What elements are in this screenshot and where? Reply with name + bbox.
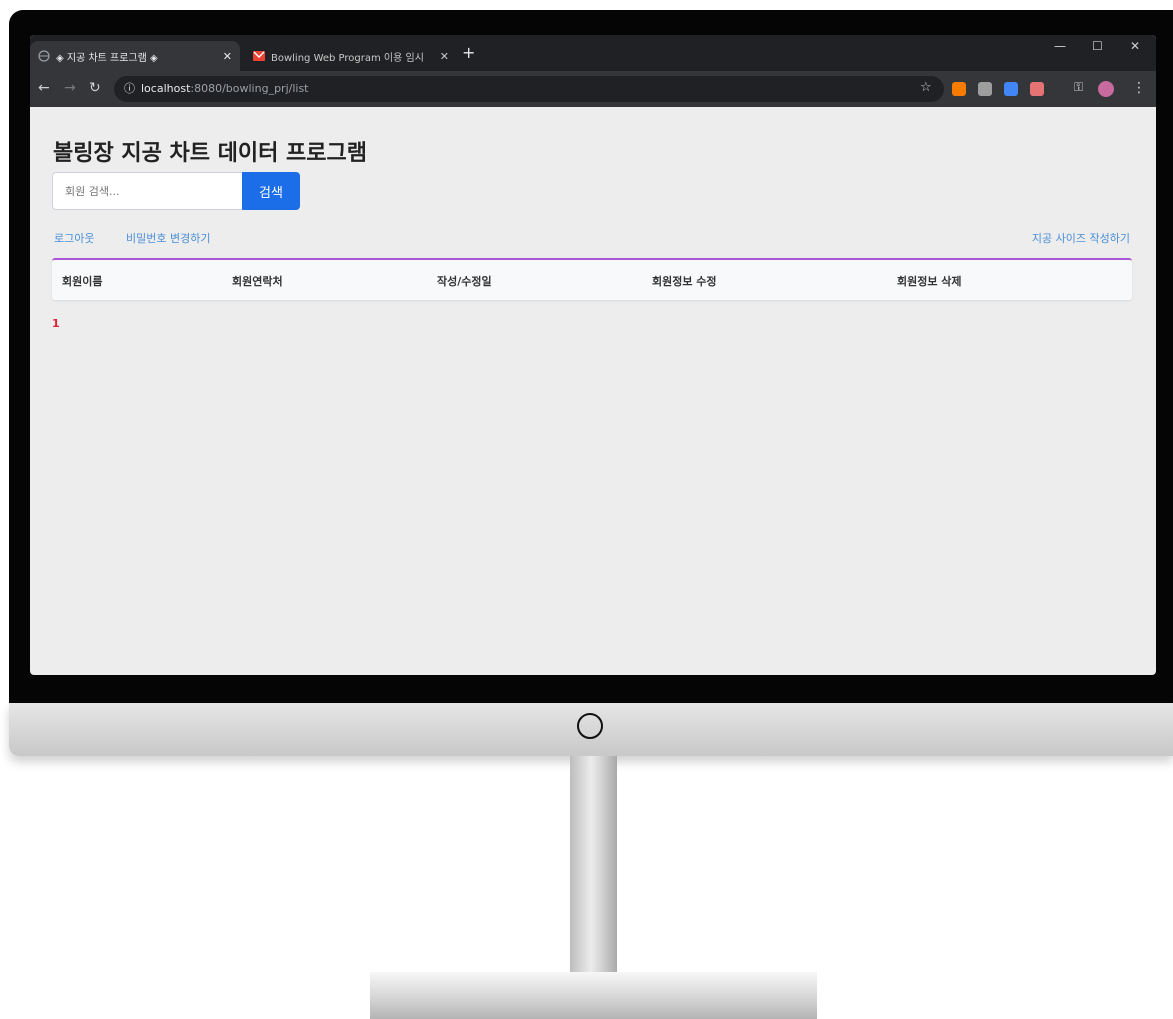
column-header-contact: 회원연락처 bbox=[232, 275, 283, 288]
column-header-date: 작성/수정일 bbox=[437, 275, 492, 288]
page-title: 볼링장 지공 차트 데이터 프로그램 bbox=[53, 141, 367, 166]
info-icon[interactable]: ⓘ bbox=[124, 82, 135, 95]
menu-icon[interactable]: ⋮ bbox=[1132, 80, 1146, 96]
change-password-link[interactable]: 비밀번호 변경하기 bbox=[126, 230, 210, 246]
monitor-screen: ◈ 지공 차트 프로그램 ◈ ✕ Bowling Web Program 이용 … bbox=[30, 35, 1156, 675]
key-icon[interactable]: ⚿ bbox=[1074, 80, 1083, 95]
search-button[interactable]: 검색 bbox=[242, 172, 300, 210]
tab-title: Bowling Web Program 이용 임시 bbox=[271, 52, 424, 64]
extension-icon[interactable] bbox=[952, 82, 966, 96]
reload-icon[interactable]: ↻ bbox=[89, 80, 101, 96]
address-bar[interactable]: ⓘ localhost:8080/bowling_prj/list bbox=[114, 76, 944, 102]
column-header-delete: 회원정보 삭제 bbox=[897, 275, 962, 288]
monitor-stand-neck bbox=[570, 756, 617, 974]
search-input[interactable] bbox=[52, 172, 242, 210]
forward-icon[interactable]: → bbox=[64, 80, 76, 96]
new-tab-icon[interactable]: + bbox=[462, 43, 475, 62]
browser-tab-bar: ◈ 지공 차트 프로그램 ◈ ✕ Bowling Web Program 이용 … bbox=[30, 35, 1156, 71]
write-size-link[interactable]: 지공 사이즈 작성하기 bbox=[1032, 230, 1130, 246]
power-button-icon bbox=[577, 713, 603, 739]
minimize-icon[interactable]: — bbox=[1054, 39, 1066, 53]
extension-icon[interactable] bbox=[1030, 82, 1044, 96]
url-path: :8080/bowling_prj/list bbox=[190, 82, 309, 95]
web-page: 볼링장 지공 차트 데이터 프로그램 검색 로그아웃 비밀번호 변경하기 지공 … bbox=[30, 107, 1156, 675]
extension-icon[interactable] bbox=[1004, 82, 1018, 96]
column-header-name: 회원이름 bbox=[62, 275, 103, 288]
logout-link[interactable]: 로그아웃 bbox=[54, 230, 94, 246]
monitor-stand-base bbox=[370, 972, 817, 1019]
column-header-edit: 회원정보 수정 bbox=[652, 275, 717, 288]
close-window-icon[interactable]: ✕ bbox=[1130, 39, 1140, 53]
avatar[interactable] bbox=[1098, 81, 1114, 97]
close-icon[interactable]: ✕ bbox=[223, 50, 232, 63]
back-icon[interactable]: ← bbox=[38, 80, 50, 96]
url-host: localhost bbox=[141, 82, 191, 95]
browser-toolbar: ← → ↻ ⓘ localhost:8080/bowling_prj/list ☆… bbox=[30, 71, 1156, 107]
gmail-icon bbox=[253, 51, 265, 61]
browser-tab-inactive[interactable]: Bowling Web Program 이용 임시 ✕ bbox=[245, 41, 457, 71]
bookmark-star-icon[interactable]: ☆ bbox=[920, 80, 932, 95]
member-table-header: 회원이름 회원연락처 작성/수정일 회원정보 수정 회원정보 삭제 bbox=[52, 258, 1132, 300]
close-icon[interactable]: ✕ bbox=[440, 50, 449, 63]
pagination-current[interactable]: 1 bbox=[52, 317, 60, 330]
tab-title: ◈ 지공 차트 프로그램 ◈ bbox=[56, 52, 158, 64]
browser-tab-active[interactable]: ◈ 지공 차트 프로그램 ◈ ✕ bbox=[30, 41, 240, 71]
globe-icon bbox=[38, 50, 50, 62]
extension-icon[interactable] bbox=[978, 82, 992, 96]
maximize-icon[interactable]: ☐ bbox=[1092, 39, 1103, 53]
